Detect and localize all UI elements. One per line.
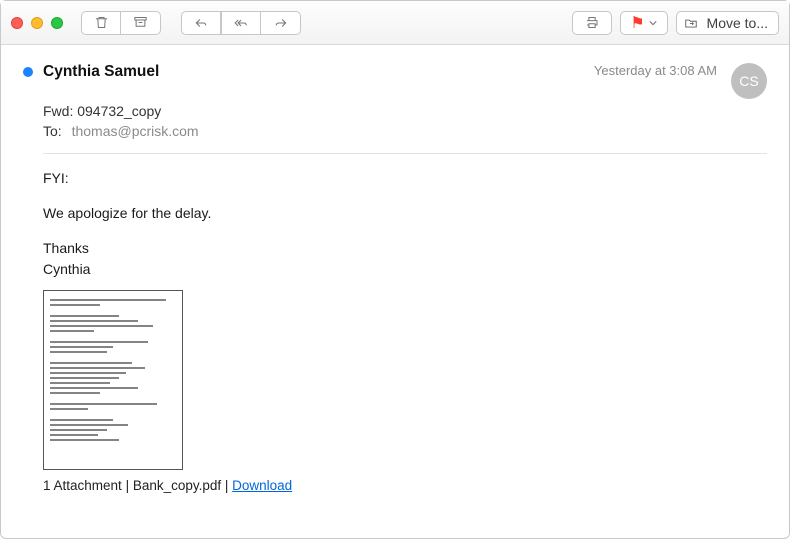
close-window-button[interactable] [11, 17, 23, 29]
attachment-section: 1 Attachment | Bank_copy.pdf | Download [43, 290, 767, 493]
header-divider [43, 153, 767, 154]
attachment-count: 1 Attachment [43, 478, 122, 493]
message-body: FYI: We apologize for the delay. Thanks … [43, 168, 767, 280]
to-label: To: [43, 123, 62, 139]
body-line: We apologize for the delay. [43, 203, 767, 224]
window-titlebar: ⚑ Move to... [1, 1, 789, 45]
subject-line: Fwd: 094732_copy [43, 103, 767, 119]
print-button[interactable] [572, 11, 612, 35]
flag-button[interactable]: ⚑ [620, 11, 668, 35]
attachment-thumbnail[interactable] [43, 290, 183, 470]
chevron-down-icon [649, 19, 657, 27]
received-date: Yesterday at 3:08 AM [594, 63, 717, 78]
traffic-lights [11, 17, 63, 29]
reply-group [181, 11, 301, 35]
sender-avatar: CS [731, 63, 767, 99]
body-line: FYI: [43, 168, 767, 189]
reply-all-icon [232, 16, 250, 30]
minimize-window-button[interactable] [31, 17, 43, 29]
reply-all-button[interactable] [221, 11, 261, 35]
recipient-row: To: thomas@pcrisk.com [43, 123, 767, 139]
archive-icon [133, 15, 148, 30]
unread-indicator [23, 67, 33, 77]
body-line: Thanks [43, 238, 767, 259]
message-pane: Cynthia Samuel Yesterday at 3:08 AM CS F… [1, 45, 789, 503]
trash-icon [94, 15, 109, 30]
reply-icon [193, 16, 209, 30]
archive-button[interactable] [121, 11, 161, 35]
reply-button[interactable] [181, 11, 221, 35]
attachment-info: 1 Attachment | Bank_copy.pdf | Download [43, 478, 767, 493]
download-link[interactable]: Download [232, 478, 292, 493]
attachment-filename: Bank_copy.pdf [133, 478, 221, 493]
body-line: Cynthia [43, 259, 767, 280]
printer-icon [584, 15, 600, 30]
forward-icon [273, 16, 289, 30]
delete-button[interactable] [81, 11, 121, 35]
delete-archive-group [81, 11, 161, 35]
flag-icon: ⚑ [630, 13, 644, 33]
zoom-window-button[interactable] [51, 17, 63, 29]
move-to-label: Move to... [707, 15, 768, 31]
forward-button[interactable] [261, 11, 301, 35]
sender-name: Cynthia Samuel [43, 63, 594, 81]
move-to-button[interactable]: Move to... [676, 11, 779, 35]
to-address: thomas@pcrisk.com [72, 123, 199, 139]
folder-move-icon [683, 16, 699, 30]
message-header: Cynthia Samuel Yesterday at 3:08 AM CS [23, 63, 767, 99]
